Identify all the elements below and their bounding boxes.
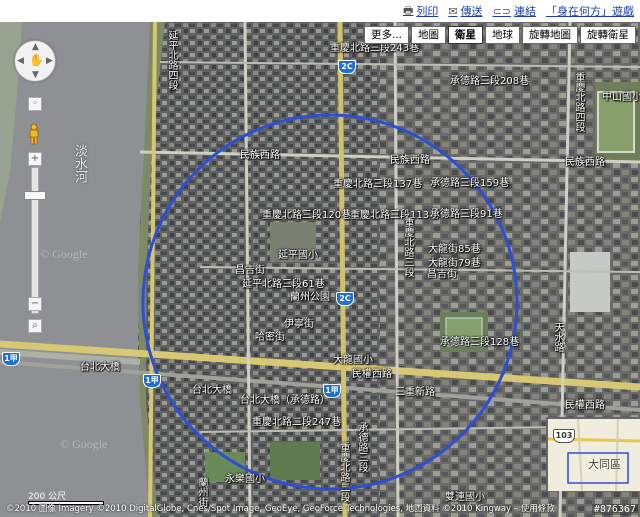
hand-icon: ✋ (29, 53, 44, 67)
road-label: 大龍街79巷 (428, 258, 481, 269)
pan-right-icon[interactable]: ▶ (46, 56, 53, 66)
road-label: 民族西路 (390, 155, 430, 166)
chain-link-icon: ⊂⊃ (492, 4, 511, 18)
road-label: 民族西路 (565, 157, 605, 168)
map-type-rotate-map-button[interactable]: 旋轉地圖 (522, 26, 578, 44)
road-label: 重慶北路三段243巷 (330, 43, 420, 54)
road-label: 重慶北路二段 (338, 442, 349, 502)
road-label: 天水路 (552, 322, 563, 352)
overview-district-label: 大同區 (588, 458, 621, 471)
map-type-map-button[interactable]: 地圖 (411, 26, 446, 44)
park-label: 蘭州公園 (290, 292, 330, 303)
road-label: 承德路三段128巷 (440, 337, 520, 348)
pan-down-icon[interactable]: ▼ (32, 70, 39, 80)
map-type-controls: 更多... 地圖 衛星 地球 旋轉地圖 旋轉衛星 (363, 26, 636, 44)
road-label: 民權西路 (565, 400, 605, 411)
bridge-label: 台北大橋 (192, 385, 232, 396)
copyright-text: ©2010 圖像 Imagery ©2010 DigitalGlobe, Cne… (6, 504, 555, 514)
map-type-earth-button[interactable]: 地球 (485, 26, 520, 44)
road-shield: 2C (338, 60, 356, 74)
road-shield: 1甲 (323, 384, 341, 398)
link-link[interactable]: ⊂⊃ 連結 (493, 3, 536, 19)
pan-left-icon[interactable]: ◀ (17, 56, 24, 66)
road-label: 伊寧街 (284, 319, 314, 330)
zoom-reset-icon[interactable]: ◦ (28, 97, 42, 111)
overview-map[interactable]: 103 大同區 (546, 417, 640, 491)
zoom-out-button[interactable]: − (28, 297, 42, 311)
road-label: 承德路三段208巷 (450, 76, 530, 87)
pan-control[interactable]: ▲ ▼ ◀ ▶ ✋ (14, 40, 56, 82)
road-label: 重慶北路二段247巷 (252, 417, 342, 428)
top-toolbar: 🖶 列印 ✉ 傳送 ⊂⊃ 連結 「身在何方」遊戲 (0, 0, 640, 22)
road-label: 延平北路三段61巷 (242, 279, 325, 290)
river-label: 淡水河 (72, 144, 87, 183)
google-watermark: © Google (40, 247, 88, 261)
road-label: 重慶北路三段137巷 (333, 179, 423, 190)
road-label: 昌吉街 (235, 265, 265, 276)
road-label: 民族西路 (240, 150, 280, 161)
road-label: 民權西路 (352, 369, 392, 380)
zoom-slider-track[interactable] (31, 167, 39, 314)
send-label: 傳送 (460, 5, 483, 18)
print-label: 列印 (416, 5, 439, 18)
road-label: 承德路三段91巷 (430, 209, 503, 220)
envelope-icon: ✉ (448, 4, 458, 18)
school-label: 大龍國小 (333, 355, 373, 366)
bridge-label: 台北大橋（承德路） (240, 395, 330, 406)
park-label: 中山國小 (602, 92, 640, 103)
road-label: 三重新路 (395, 387, 435, 398)
school-label: 永樂國小 (225, 474, 265, 485)
scale-bar: 200 公尺 (28, 489, 108, 505)
road-label: 重慶北路三段113巷 (350, 210, 440, 221)
zoom-in-button[interactable]: + (28, 152, 42, 166)
pan-up-icon[interactable]: ▲ (32, 42, 39, 52)
road-label: 延平北路四段 (166, 30, 177, 90)
image-watermark: #876367 (591, 504, 638, 515)
where-game-label: 「身在何方」遊戲 (546, 5, 634, 18)
road-label: 重慶北路四段 (573, 72, 584, 132)
road-label: 昌吉街 (427, 269, 457, 280)
road-label: 重慶北路三段 (402, 217, 413, 277)
printer-icon: 🖶 (402, 3, 414, 17)
bridge-label: 台北大橋 (80, 362, 120, 373)
overview-road-shield: 103 (553, 429, 575, 443)
more-button[interactable]: 更多... (363, 26, 409, 44)
road-shield: 1甲 (143, 374, 161, 388)
map-view[interactable]: © Google © Google 淡水河 民族西路 民族西路 民族西路 延平北… (0, 22, 640, 517)
road-label: 承德路三段 (356, 422, 367, 472)
map-type-satellite-button[interactable]: 衛星 (448, 26, 483, 44)
road-shield: 2C (336, 292, 354, 306)
send-link[interactable]: ✉ 傳送 (448, 3, 482, 19)
link-label: 連結 (514, 5, 536, 18)
magnifier-icon[interactable]: ⌕ (28, 319, 42, 333)
road-label: 承德路三段159巷 (430, 178, 510, 189)
road-shield: 1甲 (2, 352, 20, 366)
road-label: 哈密街 (255, 332, 285, 343)
zoom-slider-thumb[interactable] (24, 191, 46, 200)
where-game-link[interactable]: 「身在何方」遊戲 (546, 3, 634, 19)
road-label: 重慶北路三段120巷 (262, 210, 352, 221)
school-label: 延平國小 (278, 250, 318, 261)
zoom-control: ◦ + − ⌕ (24, 97, 46, 337)
road-label: 大龍街85巷 (428, 244, 481, 255)
map-type-rotate-satellite-button[interactable]: 旋轉衛星 (580, 26, 636, 44)
print-link[interactable]: 🖶 列印 (403, 2, 438, 21)
google-watermark-2: © Google (60, 437, 108, 451)
